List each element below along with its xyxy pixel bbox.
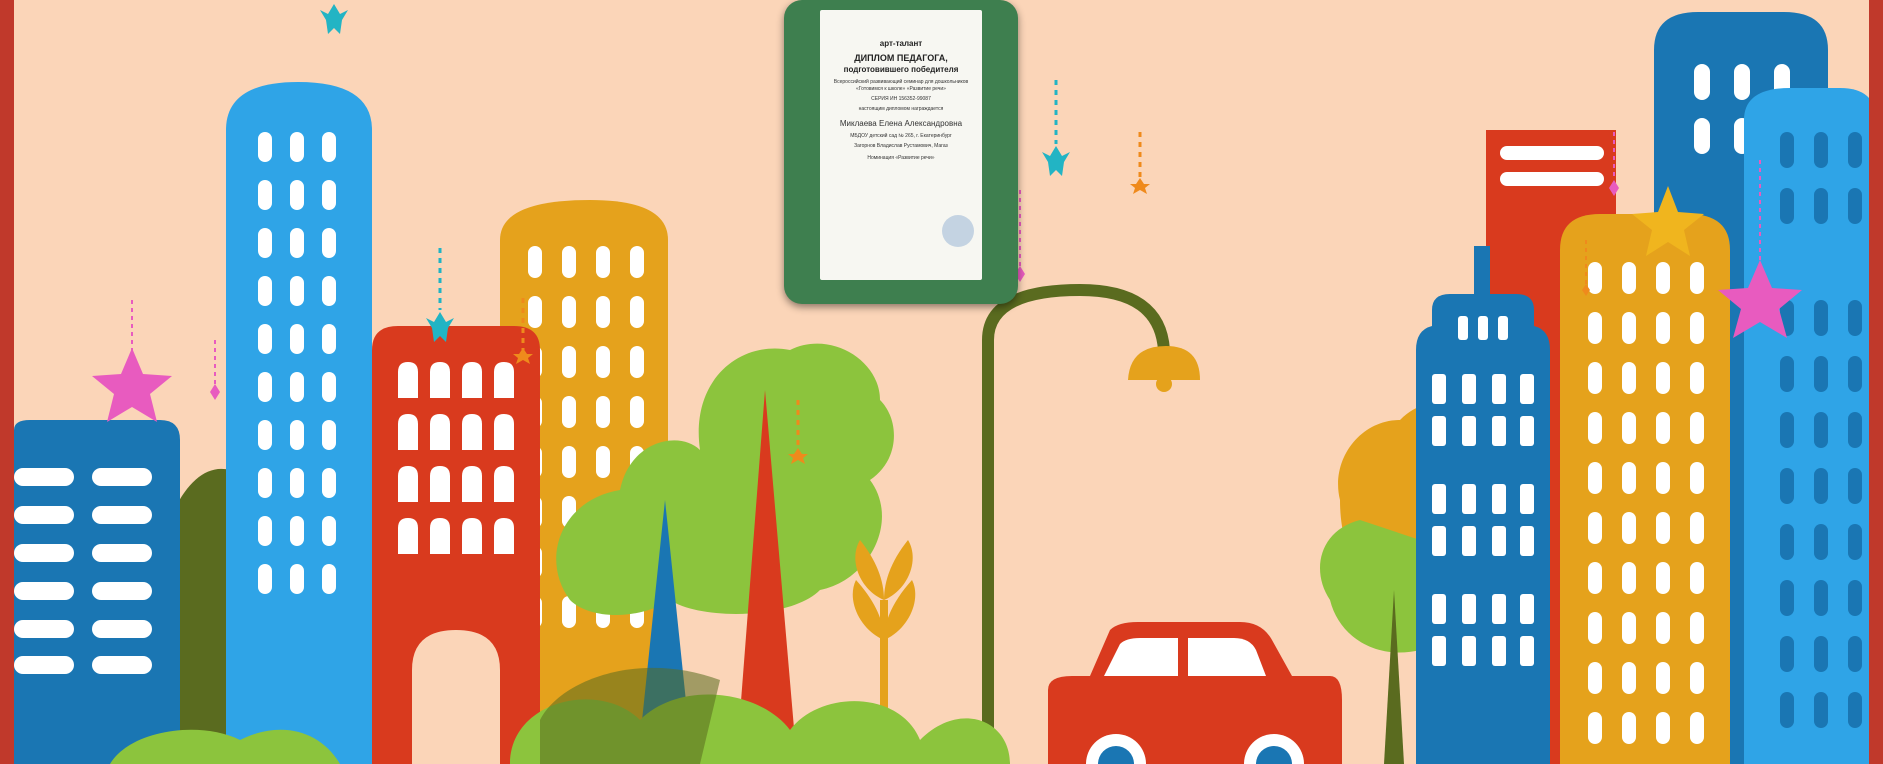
diploma-recipient-name: Миклаева Елена Александровна (839, 119, 963, 128)
building-orange-right (1560, 214, 1730, 764)
diploma-certificate-image[interactable]: арт-талант ДИПЛОМ ПЕДАГОГА, подготовивше… (784, 0, 1018, 304)
building-blue-spire-right (1416, 246, 1550, 764)
diploma-institution: МБДОУ детский сад № 265, г. Екатеринбург (850, 133, 952, 139)
diploma-paper: арт-талант ДИПЛОМ ПЕДАГОГА, подготовивше… (820, 10, 982, 280)
building-red-arch (372, 326, 540, 764)
diploma-seal (942, 215, 974, 247)
diploma-subtitle: подготовившего победителя (843, 65, 959, 74)
diploma-event-line1: Всероссийский развивающий семинар для до… (833, 79, 969, 85)
diploma-event-line2: «Готовимся к школе» «Развитие речи» (856, 86, 946, 92)
diploma-title: ДИПЛОМ ПЕДАГОГА, (854, 53, 948, 63)
building-blue-tall-left (226, 82, 372, 764)
diploma-org: арт-талант (879, 39, 923, 48)
diploma-student: Загорнов Владислав Рустамович, Магаз (854, 143, 948, 149)
diploma-series: СЕРИЯ ИН 156352-99087 (871, 96, 931, 102)
diploma-awarded: настоящим дипломом награждается (858, 106, 944, 112)
building-blue-low-left (14, 420, 180, 764)
diploma-nomination: Номинация «Развитие речи» (867, 155, 935, 161)
building-blue-light-far-right (1744, 88, 1876, 764)
